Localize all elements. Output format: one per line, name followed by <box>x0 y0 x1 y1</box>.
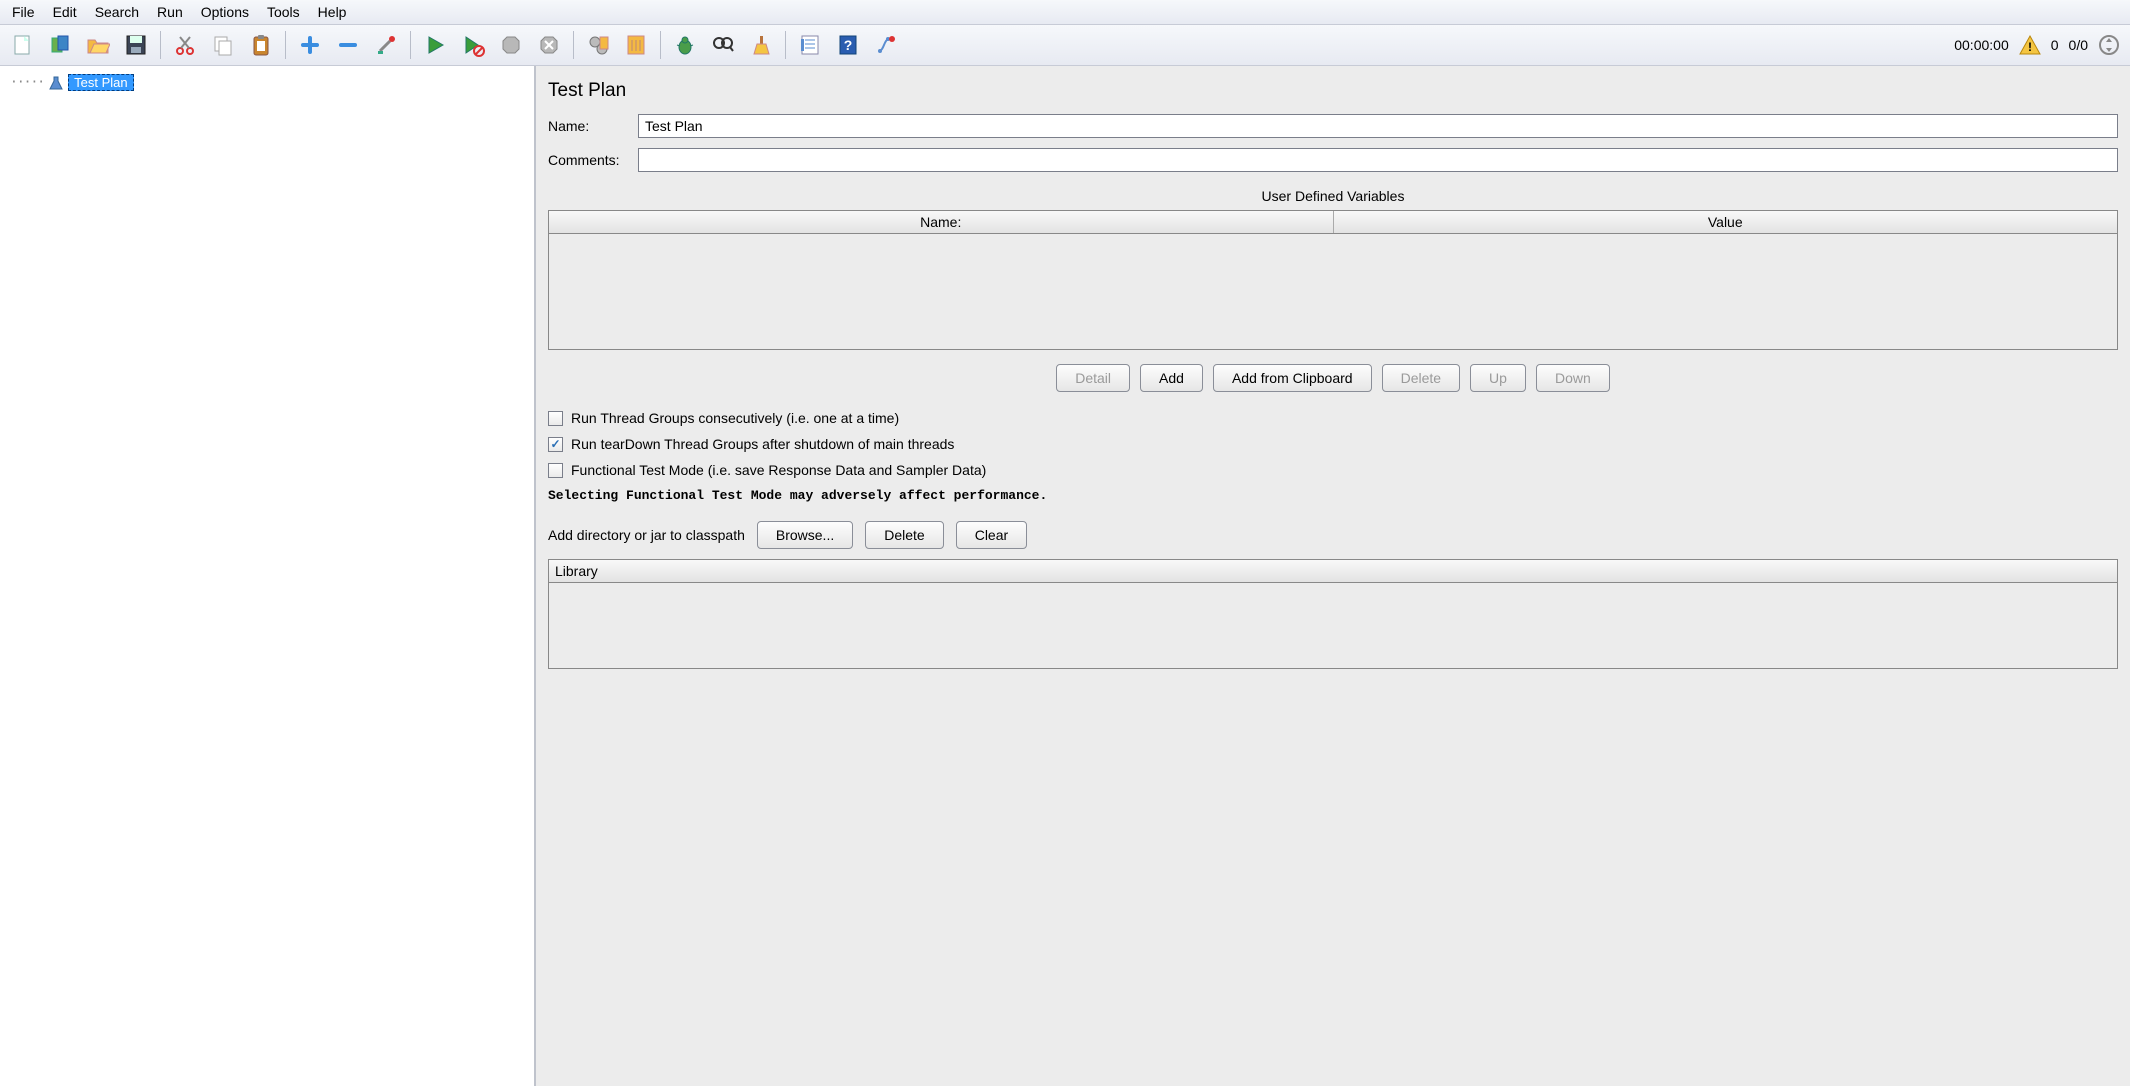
toolbar-status: 00:00:00 ! 0 0/0 <box>1954 34 2124 56</box>
vars-body[interactable] <box>549 234 2117 349</box>
svg-text:?: ? <box>844 37 853 53</box>
warning-icon[interactable]: ! <box>2019 34 2041 56</box>
vars-col-value[interactable]: Value <box>1334 211 2118 233</box>
menu-edit[interactable]: Edit <box>45 2 85 22</box>
classpath-delete-button[interactable]: Delete <box>865 521 943 549</box>
toolbar: ? 00:00:00 ! 0 0/0 <box>0 25 2130 66</box>
classpath-clear-button[interactable]: Clear <box>956 521 1027 549</box>
menu-file[interactable]: File <box>4 2 43 22</box>
run-teardown-checkbox[interactable] <box>548 437 563 452</box>
tree-panel: ····· Test Plan <box>0 66 536 1086</box>
flask-icon <box>48 75 64 91</box>
clean-icon[interactable] <box>745 29 777 61</box>
cut-icon[interactable] <box>169 29 201 61</box>
comments-input[interactable] <box>638 148 2118 172</box>
up-button: Up <box>1470 364 1526 392</box>
add-icon[interactable] <box>294 29 326 61</box>
function-helper-icon[interactable] <box>870 29 902 61</box>
elapsed-time: 00:00:00 <box>1954 37 2009 53</box>
tree-root-row[interactable]: ····· Test Plan <box>10 74 524 91</box>
tree-root-label[interactable]: Test Plan <box>68 74 133 91</box>
panel-title: Test Plan <box>548 80 2118 102</box>
functional-mode-label: Functional Test Mode (i.e. save Response… <box>571 462 986 478</box>
report-icon[interactable] <box>794 29 826 61</box>
library-header[interactable]: Library <box>549 560 2117 583</box>
warning-count: 0 <box>2051 37 2059 53</box>
vars-table[interactable]: Name: Value <box>548 210 2118 350</box>
open-icon[interactable] <box>82 29 114 61</box>
run-teardown-row[interactable]: Run tearDown Thread Groups after shutdow… <box>548 436 2118 452</box>
functional-mode-note: Selecting Functional Test Mode may adver… <box>548 488 2118 503</box>
stop-icon[interactable] <box>495 29 527 61</box>
main-split: ····· Test Plan Test Plan Name: Comments… <box>0 66 2130 1086</box>
thread-count: 0/0 <box>2069 37 2088 53</box>
svg-text:!: ! <box>2028 40 2032 54</box>
copy-icon[interactable] <box>207 29 239 61</box>
clear-all-icon[interactable] <box>620 29 652 61</box>
browse-button[interactable]: Browse... <box>757 521 853 549</box>
clear-gears-icon[interactable] <box>582 29 614 61</box>
functional-mode-row[interactable]: Functional Test Mode (i.e. save Response… <box>548 462 2118 478</box>
debug-icon[interactable] <box>669 29 701 61</box>
down-button: Down <box>1536 364 1610 392</box>
color-picker-icon[interactable] <box>370 29 402 61</box>
menu-search[interactable]: Search <box>87 2 147 22</box>
start-no-pauses-icon[interactable] <box>457 29 489 61</box>
vars-col-name[interactable]: Name: <box>549 211 1334 233</box>
paste-icon[interactable] <box>245 29 277 61</box>
add-clipboard-button[interactable]: Add from Clipboard <box>1213 364 1372 392</box>
save-icon[interactable] <box>120 29 152 61</box>
menu-help[interactable]: Help <box>310 2 355 22</box>
run-consecutive-checkbox[interactable] <box>548 411 563 426</box>
name-label: Name: <box>548 118 638 134</box>
functional-mode-checkbox[interactable] <box>548 463 563 478</box>
start-icon[interactable] <box>419 29 451 61</box>
expand-icon[interactable] <box>2098 34 2120 56</box>
menu-options[interactable]: Options <box>193 2 257 22</box>
library-table[interactable]: Library <box>548 559 2118 669</box>
templates-icon[interactable] <box>44 29 76 61</box>
run-consecutive-label: Run Thread Groups consecutively (i.e. on… <box>571 410 899 426</box>
remove-icon[interactable] <box>332 29 364 61</box>
run-teardown-label: Run tearDown Thread Groups after shutdow… <box>571 436 954 452</box>
content-panel: Test Plan Name: Comments: User Defined V… <box>536 66 2130 1086</box>
menu-run[interactable]: Run <box>149 2 191 22</box>
comments-label: Comments: <box>548 152 638 168</box>
vars-section-title: User Defined Variables <box>548 188 2118 204</box>
detail-button: Detail <box>1056 364 1130 392</box>
tree-connector: ····· <box>10 75 44 90</box>
menu-bar: File Edit Search Run Options Tools Help <box>0 0 2130 25</box>
menu-tools[interactable]: Tools <box>259 2 308 22</box>
add-button[interactable]: Add <box>1140 364 1203 392</box>
shutdown-icon[interactable] <box>533 29 565 61</box>
find-icon[interactable] <box>707 29 739 61</box>
delete-button: Delete <box>1382 364 1460 392</box>
new-file-icon[interactable] <box>6 29 38 61</box>
help-book-icon[interactable]: ? <box>832 29 864 61</box>
run-consecutive-row[interactable]: Run Thread Groups consecutively (i.e. on… <box>548 410 2118 426</box>
name-input[interactable] <box>638 114 2118 138</box>
classpath-label: Add directory or jar to classpath <box>548 527 745 543</box>
